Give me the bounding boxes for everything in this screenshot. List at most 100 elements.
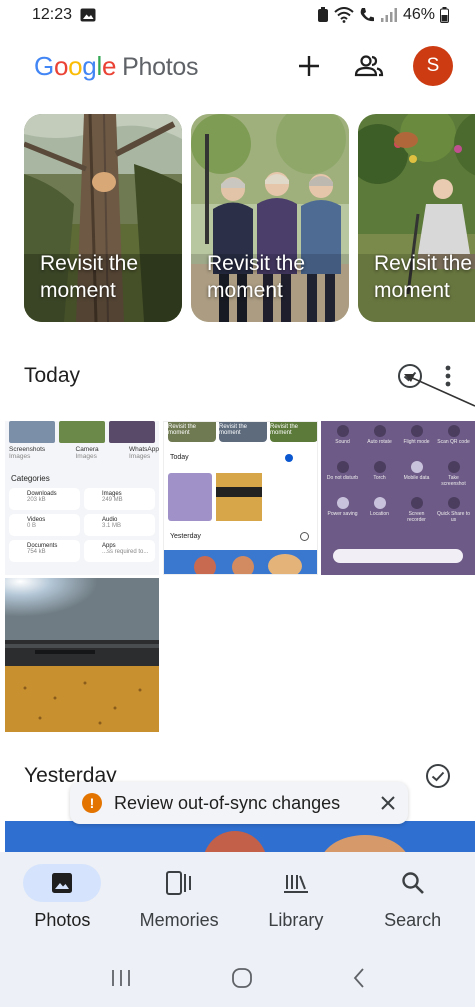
thumb-text: 203 kB [27, 497, 46, 503]
nav-item-search[interactable]: Search [357, 864, 469, 948]
thumb-text: 249 MB [102, 497, 123, 503]
nav-item-library[interactable]: Library [240, 864, 352, 948]
logo-photos-word: Photos [122, 52, 199, 81]
status-bar: 12:23 46% [0, 0, 475, 30]
close-icon[interactable] [380, 795, 396, 811]
bottom-navigation: Photos Memories Library Search [0, 852, 475, 948]
thumb-tile: Sound [325, 425, 360, 459]
thumb-mini-photo [168, 473, 212, 521]
top-app-bar: Google Photos S [0, 40, 475, 92]
recent-apps-icon[interactable] [110, 968, 132, 988]
thumb-category-item: Documents 754 kB [9, 540, 80, 562]
thumb-category-grid: Downloads 203 kB Images 249 MB Videos 0 B A… [9, 488, 155, 562]
thumb-text: Quick Share to us [436, 511, 471, 523]
call-icon [360, 8, 374, 22]
photo-thumbnail-yesterday[interactable] [5, 821, 475, 852]
thumb-brightness-slider [333, 549, 463, 563]
back-icon[interactable] [352, 967, 366, 989]
add-button[interactable] [293, 50, 325, 82]
thumb-text: Revisit the moment [270, 422, 317, 442]
thumb-text: Screen recorder [407, 511, 426, 523]
nav-active-indicator [23, 864, 102, 902]
thumb-text: Scan QR code [437, 439, 470, 445]
memories-carousel[interactable]: Revisit the moment Revisit the moment Re… [24, 114, 475, 324]
logo-letter: G [34, 50, 54, 81]
thumb-text: ...ss required to... [102, 549, 149, 555]
warning-icon: ! [82, 793, 102, 813]
thumb-category-item: Apps ...ss required to... [84, 540, 155, 562]
thumb-text: Images [128, 453, 151, 460]
thumb-text: Screenshots [9, 446, 46, 453]
memory-card-label: Revisit the moment [40, 252, 139, 302]
thumb-text: Take screenshot [441, 475, 466, 487]
thumb-image-row [5, 421, 159, 443]
thumb-tile: Location [362, 497, 397, 531]
annotation-arrow [404, 374, 475, 407]
battery-percent: 46% [402, 6, 435, 23]
thumb-category-item: Images 249 MB [84, 488, 155, 510]
logo-letter: o [53, 50, 69, 81]
search-icon [401, 872, 424, 894]
memory-card[interactable]: Revisit the moment [24, 114, 182, 322]
memory-card-label: Revisit the moment [207, 252, 306, 302]
photo-thumbnail-files-screenshot[interactable]: Screenshots Images Camera Images WhatsApp I… [5, 421, 159, 575]
status-time: 12:23 [32, 6, 73, 23]
nav-label-library: Library [268, 910, 324, 930]
thumb-mini-photo [216, 473, 262, 521]
thumb-text: Revisit the moment [219, 422, 267, 442]
thumb-category-item: Audio 3.1 MB [84, 514, 155, 536]
photo-thumbnail-photos-screenshot[interactable]: Revisit the moment Revisit the moment Re… [163, 421, 318, 575]
select-all-check-icon[interactable] [425, 763, 451, 789]
memory-card[interactable]: Revisit the moment [358, 114, 475, 322]
plus-icon [299, 56, 319, 76]
thumb-text: Do not disturb [326, 475, 359, 481]
thumb-text: Flight mode [403, 439, 430, 445]
thumb-text: Mobile data [403, 475, 430, 481]
library-icon [283, 875, 308, 893]
photo-thumbnail-quick-settings[interactable]: Sound Auto rotate Flight mode Scan QR co… [321, 421, 475, 575]
thumb-text: Images [75, 453, 97, 460]
photo-thumbnail-laptop-edge[interactable] [5, 578, 159, 732]
thumb-text: Today [170, 454, 189, 461]
out-of-sync-toast[interactable]: ! Review out-of-sync changes [70, 782, 408, 824]
memory-card[interactable]: Revisit the moment [191, 114, 349, 322]
nav-item-memories[interactable]: Memories [123, 864, 235, 948]
logo-letter: g [82, 50, 97, 81]
thumb-text: Images [9, 453, 31, 460]
sync-icon [317, 7, 328, 22]
nav-item-photos[interactable]: Photos [6, 864, 118, 948]
thumb-text: Sound [335, 439, 350, 445]
nav-label-photos: Photos [34, 910, 91, 930]
thumb-text: Camera [75, 446, 99, 453]
account-avatar[interactable]: S [413, 46, 453, 86]
thumb-tile: Auto rotate [362, 425, 397, 459]
thumb-check [285, 454, 293, 462]
thumb-categories-title: Categories [11, 474, 50, 483]
wifi-icon [334, 7, 354, 23]
section-title-today: Today [24, 364, 81, 387]
thumb-text: 3.1 MB [102, 523, 122, 529]
system-navigation-bar [0, 948, 475, 1007]
logo-letter: e [101, 50, 117, 81]
toast-message: Review out-of-sync changes [114, 792, 341, 813]
thumb-tile: Take screenshot [436, 461, 471, 495]
thumb-tile: Mobile data [399, 461, 434, 495]
logo-letter: o [68, 50, 83, 81]
thumb-text: Revisit the moment [168, 422, 216, 442]
home-icon[interactable] [231, 967, 253, 989]
signal-icon [380, 8, 397, 22]
google-photos-logo: Google Photos [34, 51, 198, 82]
nav-label-search: Search [384, 910, 442, 930]
thumb-category-item: Downloads 203 kB [9, 488, 80, 510]
laptop-edge-photo [5, 578, 159, 732]
thumb-quick-tiles: Sound Auto rotate Flight mode Scan QR co… [321, 421, 475, 531]
sharing-button[interactable] [353, 50, 385, 82]
thumb-tile: Flight mode [399, 425, 434, 459]
thumb-text: WhatsApp [128, 446, 159, 453]
thumb-text: 0 B [27, 523, 37, 529]
gallery-notification-icon [80, 8, 96, 22]
thumb-text: Torch [373, 475, 386, 481]
memories-icon [166, 871, 192, 895]
thumb-tile: Torch [362, 461, 397, 495]
thumb-text: Auto rotate [367, 439, 392, 445]
